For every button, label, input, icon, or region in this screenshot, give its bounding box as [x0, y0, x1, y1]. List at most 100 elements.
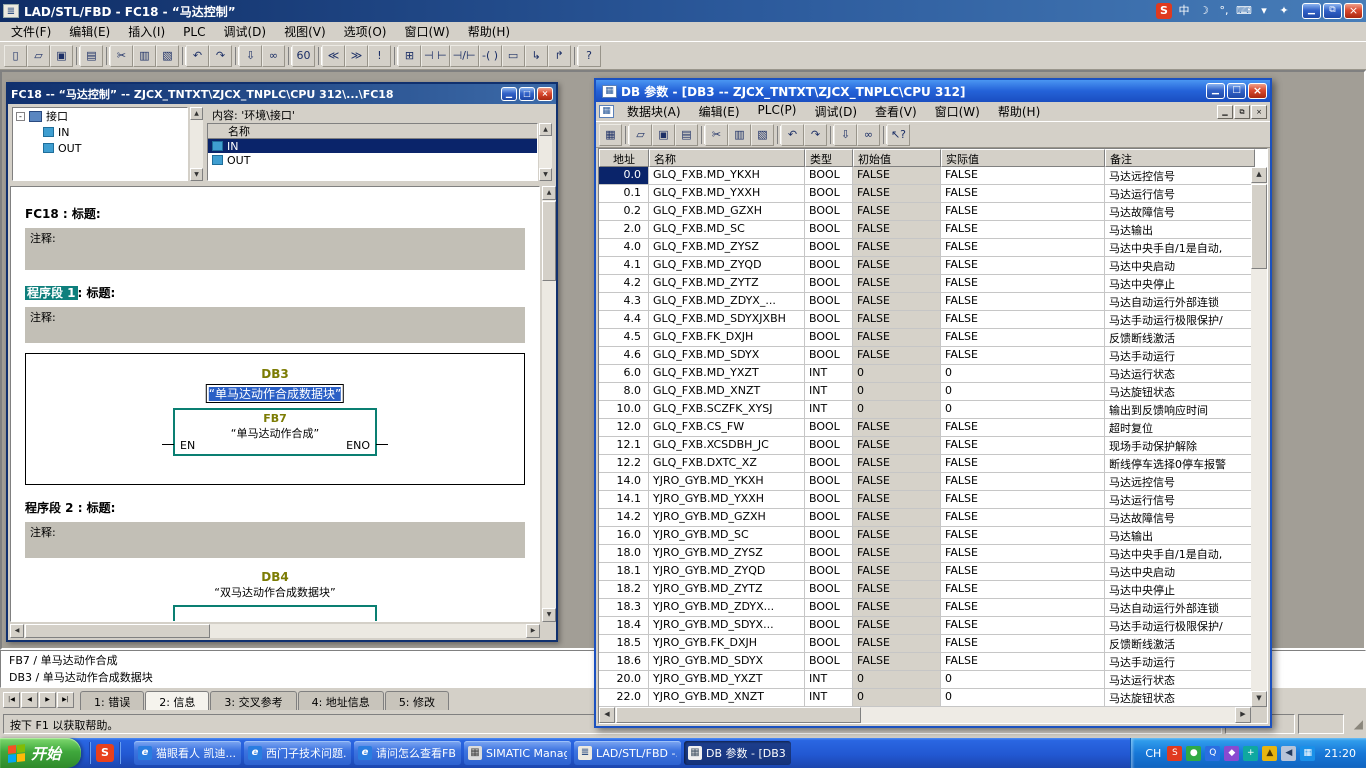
db3-name-box[interactable]: “单马达动作合成数据块”: [205, 384, 345, 403]
close-button[interactable]: ×: [1248, 83, 1267, 99]
fc18-titlebar[interactable]: FC18 -- “马达控制” -- ZJCX_TNTXT\ZJCX_TNPLC\…: [8, 84, 556, 104]
table-row[interactable]: 18.2 YJRO_GYB.MD_ZYTZ BOOL FALSE FALSE 马…: [599, 581, 1251, 599]
tab-address-info[interactable]: 4: 地址信息: [297, 691, 384, 710]
cell-comment[interactable]: 马达旋钮状态: [1105, 689, 1251, 707]
table-row[interactable]: 14.0 YJRO_GYB.MD_YKXH BOOL FALSE FALSE 马…: [599, 473, 1251, 491]
view-mode-button[interactable]: ▦: [599, 123, 622, 146]
cell-comment[interactable]: 马达故障信号: [1105, 203, 1251, 221]
cell-comment[interactable]: 马达中央启动: [1105, 257, 1251, 275]
cell-name[interactable]: GLQ_FXB.MD_ZYSZ: [649, 239, 805, 257]
cell-address[interactable]: 4.6: [599, 347, 649, 365]
minimize-button[interactable]: ▁: [1302, 3, 1321, 19]
cell-comment[interactable]: 马达中央停止: [1105, 581, 1251, 599]
cell-comment[interactable]: 马达手动运行: [1105, 347, 1251, 365]
cell-initial-value[interactable]: 0: [853, 365, 941, 383]
fb-block-partial[interactable]: [173, 605, 377, 621]
network-1-canvas[interactable]: DB3 “单马达动作合成数据块” FB7 “单马达动作合成” EN ENO: [25, 353, 525, 485]
cell-comment[interactable]: 马达运行状态: [1105, 671, 1251, 689]
separator[interactable]: [103, 45, 110, 67]
cell-name[interactable]: GLQ_FXB.MD_ZYTZ: [649, 275, 805, 293]
cell-initial-value[interactable]: FALSE: [853, 455, 941, 473]
cut-button[interactable]: ✂: [705, 123, 728, 146]
cell-actual-value[interactable]: FALSE: [941, 617, 1105, 635]
tray-ime[interactable]: S: [1167, 745, 1183, 761]
cell-type[interactable]: INT: [805, 689, 853, 707]
context-help-button[interactable]: ↖?: [887, 123, 910, 146]
cell-actual-value[interactable]: FALSE: [941, 527, 1105, 545]
menu-item[interactable]: 帮助(H): [459, 21, 519, 42]
cell-type[interactable]: BOOL: [805, 653, 853, 671]
menu-item[interactable]: 选项(O): [335, 21, 396, 42]
task-siemens-forum[interactable]: e 西门子技术问题...: [244, 741, 352, 765]
task-lad-stl-fbd[interactable]: ≣ LAD/STL/FBD -...: [574, 741, 682, 765]
cell-actual-value[interactable]: FALSE: [941, 635, 1105, 653]
undo-button[interactable]: ↶: [186, 44, 209, 67]
cell-address[interactable]: 0.0: [599, 167, 649, 185]
table-row[interactable]: 14.1 YJRO_GYB.MD_YXXH BOOL FALSE FALSE 马…: [599, 491, 1251, 509]
cell-address[interactable]: 18.2: [599, 581, 649, 599]
table-row[interactable]: 18.1 YJRO_GYB.MD_ZYQD BOOL FALSE FALSE 马…: [599, 563, 1251, 581]
cell-initial-value[interactable]: FALSE: [853, 167, 941, 185]
table-row[interactable]: 18.0 YJRO_GYB.MD_ZYSZ BOOL FALSE FALSE 马…: [599, 545, 1251, 563]
cell-address[interactable]: 18.1: [599, 563, 649, 581]
cell-name[interactable]: GLQ_FXB.MD_SDYX: [649, 347, 805, 365]
cell-comment[interactable]: 马达中央启动: [1105, 563, 1251, 581]
undo-button[interactable]: ↶: [781, 123, 804, 146]
tab-scroll-first[interactable]: |◀: [3, 692, 20, 708]
cell-address[interactable]: 10.0: [599, 401, 649, 419]
close-branch-button[interactable]: ↱: [547, 44, 571, 67]
cell-name[interactable]: GLQ_FXB.CS_FW: [649, 419, 805, 437]
table-row[interactable]: 18.3 YJRO_GYB.MD_ZDYX... BOOL FALSE FALS…: [599, 599, 1251, 617]
table-row[interactable]: 0.2 GLQ_FXB.MD_GZXH BOOL FALSE FALSE 马达故…: [599, 203, 1251, 221]
separator[interactable]: [232, 45, 239, 67]
mdi-minimize-button[interactable]: ▁: [1217, 104, 1233, 119]
cell-initial-value[interactable]: FALSE: [853, 581, 941, 599]
network-1-label[interactable]: 程序段 1: [25, 286, 78, 300]
redo-button[interactable]: ↷: [209, 44, 232, 67]
paste-button[interactable]: ▧: [156, 44, 179, 67]
db4-label[interactable]: DB4: [25, 570, 525, 584]
table-row[interactable]: 12.1 GLQ_FXB.XCSDBH_JC BOOL FALSE FALSE …: [599, 437, 1251, 455]
cell-name[interactable]: YJRO_GYB.MD_ZYTZ: [649, 581, 805, 599]
cell-address[interactable]: 18.0: [599, 545, 649, 563]
cell-comment[interactable]: 马达手动运行极限保护/: [1105, 311, 1251, 329]
cell-initial-value[interactable]: 0: [853, 671, 941, 689]
ime-tools-icon[interactable]: ✦: [1276, 3, 1292, 19]
cell-initial-value[interactable]: FALSE: [853, 347, 941, 365]
scroll-down-icon[interactable]: ▼: [1251, 691, 1267, 707]
separator[interactable]: [571, 45, 578, 67]
cell-address[interactable]: 20.0: [599, 671, 649, 689]
tray-volume-icon[interactable]: ◀: [1281, 745, 1297, 761]
interface-tree[interactable]: - 接口 IN OUT: [12, 107, 188, 181]
new-button[interactable]: ▯: [4, 44, 27, 67]
cell-actual-value[interactable]: FALSE: [941, 581, 1105, 599]
cell-type[interactable]: BOOL: [805, 491, 853, 509]
fb7-en-pin[interactable]: EN: [180, 439, 195, 452]
cell-address[interactable]: 16.0: [599, 527, 649, 545]
cell-type[interactable]: INT: [805, 383, 853, 401]
cell-type[interactable]: BOOL: [805, 635, 853, 653]
cell-actual-value[interactable]: FALSE: [941, 257, 1105, 275]
cell-comment[interactable]: 马达运行信号: [1105, 185, 1251, 203]
cell-initial-value[interactable]: FALSE: [853, 509, 941, 527]
interface-row-out[interactable]: OUT: [208, 153, 537, 167]
cell-type[interactable]: BOOL: [805, 527, 853, 545]
cell-comment[interactable]: 马达中央手自/1是自动,: [1105, 545, 1251, 563]
cell-initial-value[interactable]: FALSE: [853, 437, 941, 455]
cell-actual-value[interactable]: FALSE: [941, 419, 1105, 437]
cell-type[interactable]: BOOL: [805, 257, 853, 275]
cell-address[interactable]: 22.0: [599, 689, 649, 707]
menu-item[interactable]: 调试(D): [214, 21, 275, 42]
tab-cross-reference[interactable]: 3: 交叉参考: [210, 691, 297, 710]
tray-purple-icon[interactable]: ◆: [1224, 745, 1240, 761]
copy-button[interactable]: ▥: [133, 44, 156, 67]
table-row[interactable]: 18.5 YJRO_GYB.FK_DXJH BOOL FALSE FALSE 反…: [599, 635, 1251, 653]
cell-type[interactable]: BOOL: [805, 419, 853, 437]
cell-type[interactable]: BOOL: [805, 185, 853, 203]
table-row[interactable]: 4.1 GLQ_FXB.MD_ZYQD BOOL FALSE FALSE 马达中…: [599, 257, 1251, 275]
cell-type[interactable]: BOOL: [805, 347, 853, 365]
fullwidth-icon[interactable]: ☽: [1196, 3, 1212, 19]
cell-initial-value[interactable]: FALSE: [853, 419, 941, 437]
cell-actual-value[interactable]: FALSE: [941, 167, 1105, 185]
cell-address[interactable]: 4.5: [599, 329, 649, 347]
